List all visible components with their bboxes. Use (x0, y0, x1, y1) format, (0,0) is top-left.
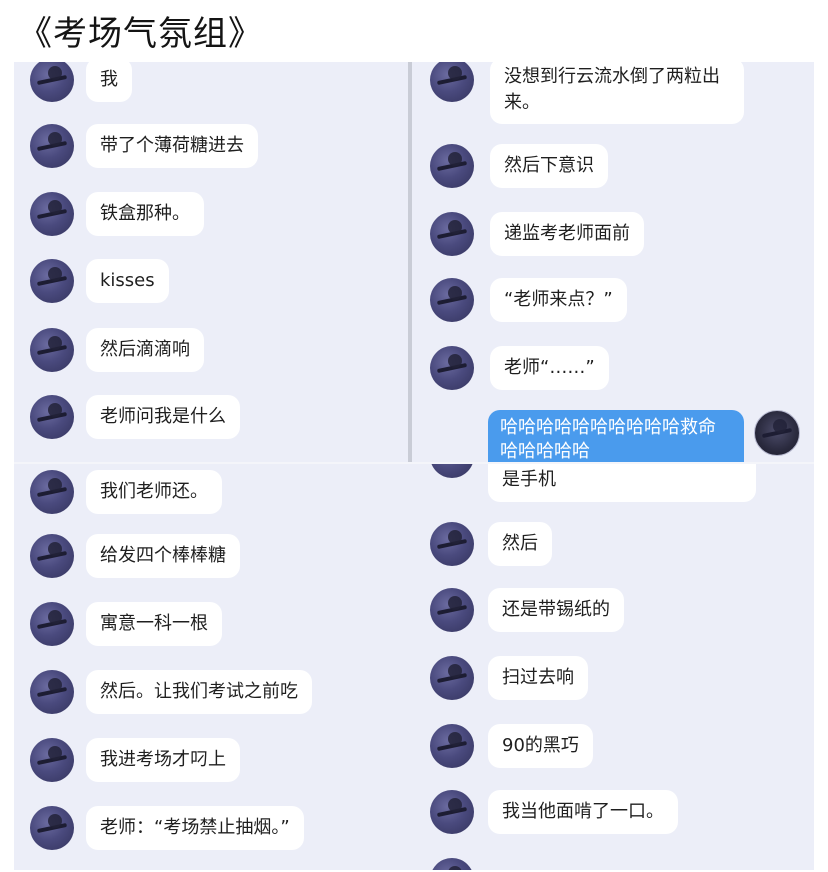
avatar[interactable] (430, 346, 474, 390)
message-bubble: 老师“……” (490, 346, 609, 390)
avatar[interactable] (30, 192, 74, 236)
chat-message: 我 (14, 62, 408, 122)
chat-message: 我当他面啃了一口。 (414, 790, 814, 850)
chat-message: 老师问我是什么 (14, 395, 408, 455)
avatar[interactable] (30, 806, 74, 850)
message-bubble: 我 (86, 62, 132, 102)
message-bubble: 递监考老师面前 (490, 212, 644, 256)
avatar[interactable] (430, 588, 474, 632)
avatar[interactable] (430, 858, 474, 870)
chat-message: 寓意一科一根 (14, 602, 414, 662)
chat-panel-top-right: 没想到行云流水倒了两粒出来。 然后下意识 递监考老师面前 “老师来点？” 老师“… (412, 62, 814, 462)
chat-message: 然后下意识 (412, 144, 814, 204)
avatar[interactable] (430, 656, 474, 700)
avatar[interactable] (30, 259, 74, 303)
message-bubble: 没想到行云流水倒了两粒出来。 (490, 62, 744, 124)
message-bubble: 然后滴滴响 (86, 328, 204, 372)
avatar[interactable] (430, 144, 474, 188)
chat-message: “老师来点？” (412, 278, 814, 338)
message-bubble: 然后下意识 (490, 144, 608, 188)
avatar[interactable] (30, 670, 74, 714)
message-bubble: kisses (86, 259, 169, 303)
avatar[interactable] (30, 470, 74, 514)
chat-message: 老师“……” (412, 346, 814, 406)
chat-message: 然后 (414, 522, 814, 582)
avatar[interactable] (30, 62, 74, 102)
chat-message: 给发四个棒棒糖 (14, 534, 414, 594)
avatar[interactable] (430, 212, 474, 256)
chat-message: 然后。让我们考试之前吃 (14, 670, 414, 730)
chat-message: 90的黑巧 (414, 724, 814, 784)
message-bubble: 然后。让我们考试之前吃 (86, 670, 312, 714)
chat-message: 然后滴滴响 (14, 328, 408, 388)
chat-message: 带了个薄荷糖进去 (14, 124, 408, 184)
avatar[interactable] (30, 602, 74, 646)
chat-panel-bottom-right: 是手机 然后 还是带锡纸的 扫过去响 90的黑巧 我当他面啃了一口。 (414, 464, 814, 870)
avatar[interactable] (30, 124, 74, 168)
chat-message: 还是带锡纸的 (414, 588, 814, 648)
avatar[interactable] (430, 522, 474, 566)
chat-message: 铁盒那种。 (14, 192, 408, 252)
message-bubble: 老师问我是什么 (86, 395, 240, 439)
message-bubble: 铁盒那种。 (86, 192, 204, 236)
message-bubble: 是手机 (488, 464, 756, 502)
chat-message-self: 哈哈哈哈哈哈哈哈哈哈救命哈哈哈哈哈 (412, 410, 814, 462)
message-bubble: 给发四个棒棒糖 (86, 534, 240, 578)
self-avatar[interactable] (754, 410, 800, 456)
chat-message: 我进考场才叼上 (14, 738, 414, 798)
message-bubble: 寓意一科一根 (86, 602, 222, 646)
avatar[interactable] (30, 395, 74, 439)
avatar[interactable] (430, 62, 474, 102)
chat-message: 没想到行云流水倒了两粒出来。 (412, 62, 814, 132)
avatar[interactable] (430, 790, 474, 834)
message-bubble: 带了个薄荷糖进去 (86, 124, 258, 168)
message-bubble: 90的黑巧 (488, 724, 593, 768)
message-bubble: 然后 (488, 522, 552, 566)
message-bubble: “老师来点？” (490, 278, 627, 322)
chat-message: 递监考老师面前 (412, 212, 814, 272)
chat-message: 我们老师还。 (14, 470, 414, 530)
avatar[interactable] (430, 278, 474, 322)
message-bubble: 我们老师还。 (86, 470, 222, 514)
avatar[interactable] (30, 328, 74, 372)
message-bubble: 扫过去响 (488, 656, 588, 700)
avatar[interactable] (30, 534, 74, 578)
chat-message: 老师：“考场禁止抽烟。” (14, 806, 414, 866)
message-bubble: 我当他面啃了一口。 (488, 790, 678, 834)
message-bubble: 还是带锡纸的 (488, 588, 624, 632)
avatar[interactable] (30, 738, 74, 782)
page-title: 《考场气氛组》 (18, 14, 263, 54)
avatar[interactable] (430, 724, 474, 768)
message-bubble: 我进考场才叼上 (86, 738, 240, 782)
chat-panel-top-left: 我 带了个薄荷糖进去 铁盒那种。 kisses 然后滴滴响 老师问我是什么 (14, 62, 408, 462)
chat-message (414, 858, 814, 870)
chat-message: kisses (14, 259, 408, 319)
self-message-bubble: 哈哈哈哈哈哈哈哈哈哈救命哈哈哈哈哈 (488, 410, 744, 462)
chat-message: 扫过去响 (414, 656, 814, 716)
chat-panel-bottom-left: 我们老师还。 给发四个棒棒糖 寓意一科一根 然后。让我们考试之前吃 我进考场才叼… (14, 464, 414, 870)
message-bubble: 老师：“考场禁止抽烟。” (86, 806, 304, 850)
avatar[interactable] (430, 464, 474, 478)
chat-message: 是手机 (414, 464, 814, 504)
